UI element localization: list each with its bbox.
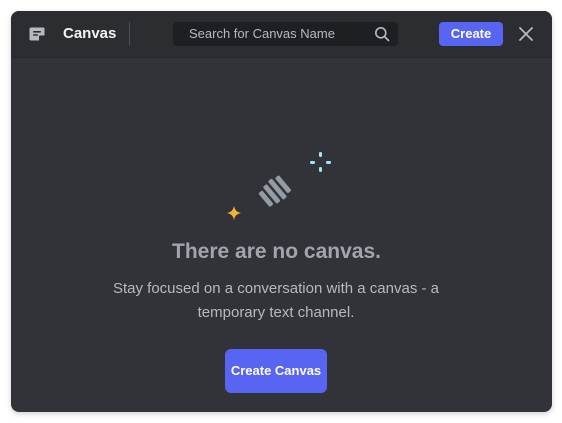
- create-canvas-button[interactable]: Create Canvas: [225, 349, 327, 393]
- canvas-icon: [29, 27, 45, 41]
- canvas-sparkles-illustration: [227, 152, 331, 220]
- canvas-panel: Canvas Search for Canvas Name Create The…: [11, 11, 552, 412]
- page-title: Canvas: [63, 25, 117, 42]
- empty-state-description: Stay focused on a conversation with a ca…: [112, 280, 439, 321]
- search-placeholder: Search for Canvas Name: [189, 26, 335, 41]
- header-divider: [129, 22, 130, 46]
- stacked-canvas-icon: [258, 175, 291, 207]
- create-button[interactable]: Create: [439, 22, 503, 46]
- panel-header: Canvas Search for Canvas Name Create: [11, 11, 552, 58]
- sparkle-yellow-icon: [227, 206, 241, 220]
- empty-state-title: There are no canvas.: [172, 240, 381, 263]
- search-input[interactable]: Search for Canvas Name: [173, 22, 398, 46]
- search-icon: [375, 27, 390, 42]
- sparkle-cyan-icon: [310, 152, 331, 172]
- close-icon[interactable]: [517, 25, 535, 43]
